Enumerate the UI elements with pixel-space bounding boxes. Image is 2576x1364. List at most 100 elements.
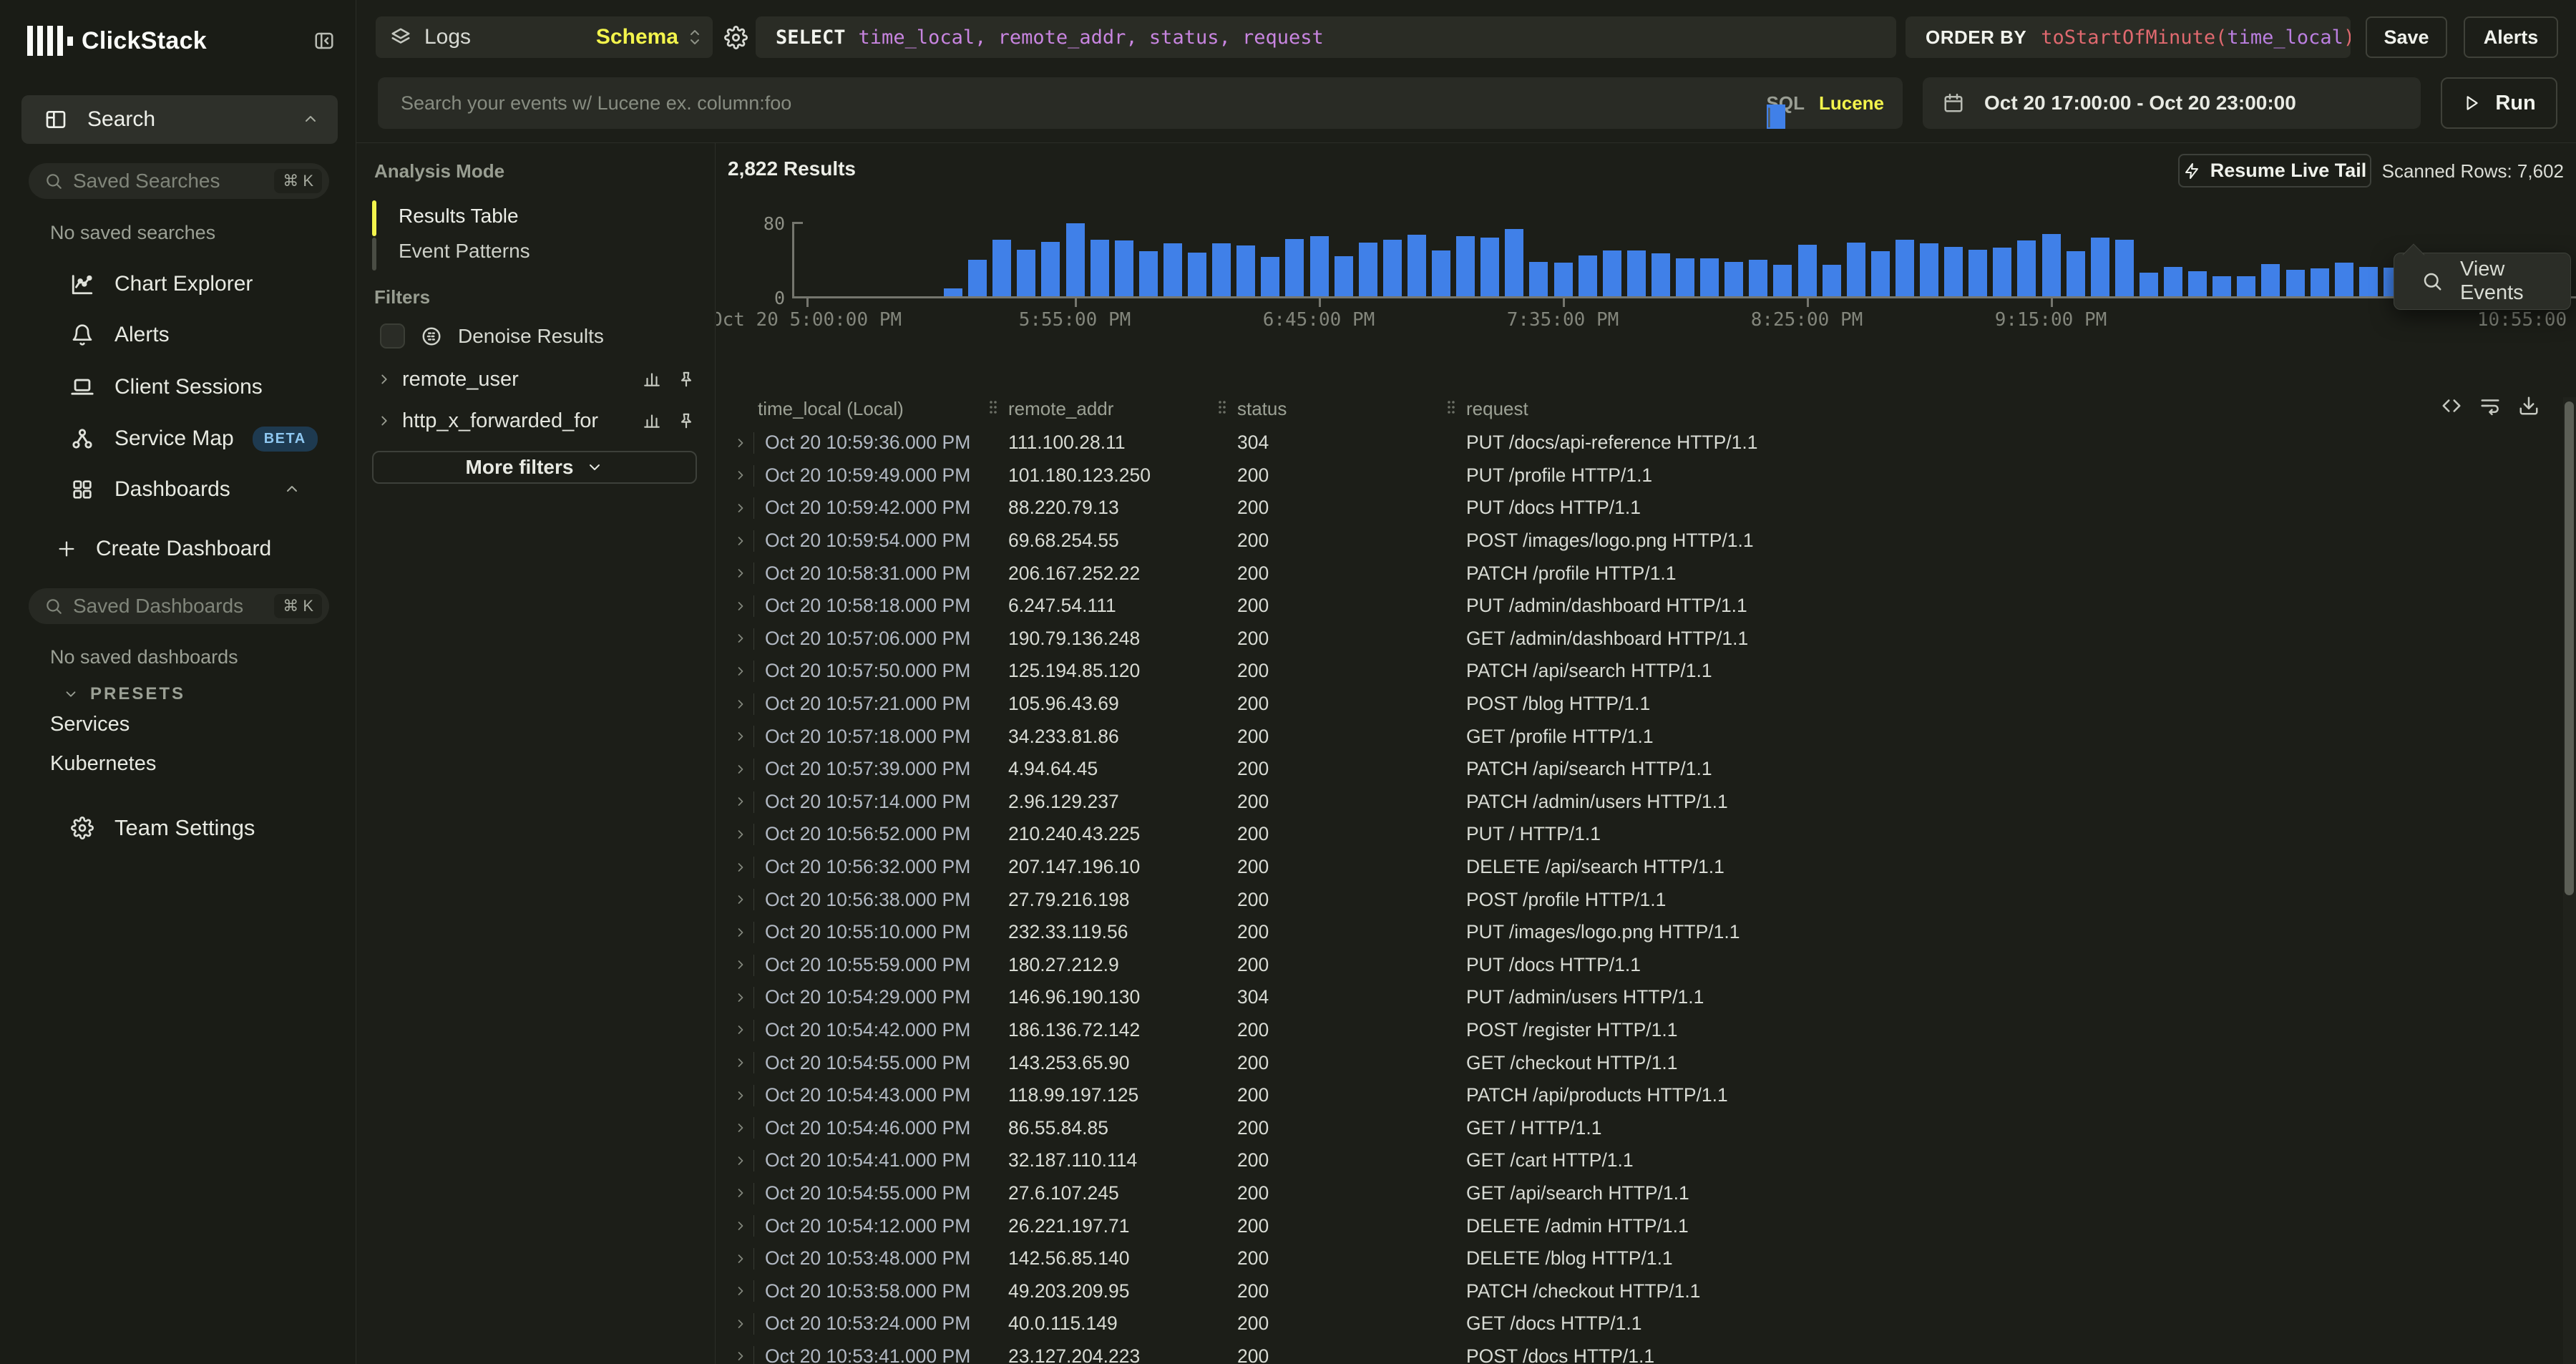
denoise-results-toggle[interactable]: Denoise Results (380, 323, 604, 349)
histogram-bar[interactable] (1798, 245, 1817, 296)
histogram-bar[interactable] (2261, 264, 2280, 297)
table-row[interactable]: Oct 20 10:54:55.000 PM 143.253.65.90 200… (716, 1046, 2562, 1079)
events-histogram[interactable]: Oct 20 5:00:00 PM 5:55:00 PM 6:45:00 PM … (792, 222, 2576, 298)
table-row[interactable]: Oct 20 10:56:32.000 PM 207.147.196.10 20… (716, 851, 2562, 884)
histogram-bar[interactable] (944, 288, 962, 296)
create-dashboard-button[interactable]: Create Dashboard (56, 533, 321, 565)
histogram-bar[interactable] (2067, 251, 2085, 296)
row-expand-chevron-icon[interactable] (733, 990, 748, 1005)
analysis-mode-event-patterns[interactable]: Event Patterns (399, 240, 530, 263)
row-expand-chevron-icon[interactable] (733, 827, 748, 842)
resume-live-tail-button[interactable]: Resume Live Tail (2178, 154, 2371, 187)
histogram-bar[interactable] (1603, 250, 1621, 296)
saved-searches-input[interactable]: Saved Searches ⌘ K (29, 163, 329, 199)
histogram-bar[interactable] (2091, 238, 2109, 296)
histogram-bar[interactable] (1017, 250, 1035, 297)
histogram-bar[interactable] (2140, 273, 2158, 296)
more-filters-button[interactable]: More filters (372, 451, 697, 484)
histogram-bar[interactable] (1871, 251, 1890, 296)
histogram-bar[interactable] (968, 260, 987, 296)
chart-mini-icon[interactable] (643, 370, 661, 389)
row-expand-chevron-icon[interactable] (733, 1023, 748, 1037)
row-expand-chevron-icon[interactable] (733, 1154, 748, 1168)
table-row[interactable]: Oct 20 10:58:31.000 PM 206.167.252.22 20… (716, 557, 2562, 590)
row-expand-chevron-icon[interactable] (733, 1252, 748, 1266)
row-expand-chevron-icon[interactable] (733, 925, 748, 940)
histogram-bar[interactable] (1091, 240, 1109, 296)
table-row[interactable]: Oct 20 10:57:39.000 PM 4.94.64.45 200 PA… (716, 753, 2562, 786)
histogram-bar[interactable] (1041, 242, 1060, 296)
histogram-bar[interactable] (1700, 258, 1719, 297)
table-row[interactable]: Oct 20 10:55:10.000 PM 232.33.119.56 200… (716, 916, 2562, 949)
sidebar-item-dashboards[interactable]: Dashboards (69, 474, 333, 505)
row-expand-chevron-icon[interactable] (733, 599, 748, 613)
histogram-bar[interactable] (1261, 257, 1279, 296)
histogram-bar[interactable] (1456, 236, 1475, 296)
histogram-bar[interactable] (1773, 265, 1792, 296)
table-row[interactable]: Oct 20 10:59:49.000 PM 101.180.123.250 2… (716, 459, 2562, 492)
table-row[interactable]: Oct 20 10:59:42.000 PM 88.220.79.13 200 … (716, 492, 2562, 525)
table-row[interactable]: Oct 20 10:54:55.000 PM 27.6.107.245 200 … (716, 1177, 2562, 1210)
run-button[interactable]: Run (2441, 77, 2557, 129)
table-row[interactable]: Oct 20 10:57:50.000 PM 125.194.85.120 20… (716, 655, 2562, 688)
column-drag-handle-icon[interactable] (1446, 399, 1456, 415)
histogram-bar[interactable] (2115, 240, 2134, 296)
table-row[interactable]: Oct 20 10:53:58.000 PM 49.203.209.95 200… (716, 1275, 2562, 1307)
filter-field-remote_user[interactable]: remote_user (376, 364, 696, 395)
table-row[interactable]: Oct 20 10:54:46.000 PM 86.55.84.85 200 G… (716, 1111, 2562, 1144)
row-expand-chevron-icon[interactable] (733, 468, 748, 482)
histogram-bar[interactable] (1139, 251, 1158, 296)
row-expand-chevron-icon[interactable] (733, 566, 748, 580)
pin-icon[interactable] (677, 411, 696, 430)
histogram-bar[interactable] (2042, 234, 2061, 296)
view-events-tooltip[interactable]: View Events (2394, 253, 2571, 310)
histogram-bar[interactable] (1480, 238, 1499, 296)
table-row[interactable]: Oct 20 10:54:12.000 PM 26.221.197.71 200… (716, 1209, 2562, 1242)
language-toggle-lucene[interactable]: Lucene (1819, 92, 1884, 115)
table-row[interactable]: Oct 20 10:59:54.000 PM 69.68.254.55 200 … (716, 525, 2562, 557)
histogram-bar[interactable] (2164, 267, 2182, 297)
histogram-bar[interactable] (2311, 268, 2329, 296)
table-row[interactable]: Oct 20 10:57:21.000 PM 105.96.43.69 200 … (716, 688, 2562, 721)
histogram-bar[interactable] (1236, 245, 1255, 296)
histogram-bar[interactable] (1359, 243, 1377, 296)
histogram-bar[interactable] (2359, 267, 2378, 297)
row-expand-chevron-icon[interactable] (733, 958, 748, 972)
histogram-bar[interactable] (1847, 243, 1865, 296)
order-by-input[interactable]: ORDER BY toStartOfMinute(time_local) D (1906, 16, 2351, 58)
histogram-bar[interactable] (1505, 229, 1523, 296)
row-expand-chevron-icon[interactable] (733, 1284, 748, 1298)
histogram-bar[interactable] (1163, 243, 1182, 296)
preset-item-services[interactable]: Services (50, 713, 130, 736)
column-header-3[interactable]: request (1466, 398, 1528, 420)
row-expand-chevron-icon[interactable] (733, 1219, 748, 1233)
row-expand-chevron-icon[interactable] (733, 697, 748, 711)
time-range-picker[interactable]: Oct 20 17:00:00 - Oct 20 23:00:00 (1923, 77, 2421, 129)
column-header-1[interactable]: remote_addr (1008, 398, 1113, 420)
preset-item-kubernetes[interactable]: Kubernetes (50, 752, 156, 776)
table-row[interactable]: Oct 20 10:57:18.000 PM 34.233.81.86 200 … (716, 720, 2562, 753)
histogram-bar[interactable] (2335, 263, 2353, 296)
row-expand-chevron-icon[interactable] (733, 631, 748, 646)
row-expand-chevron-icon[interactable] (733, 534, 748, 548)
row-expand-chevron-icon[interactable] (733, 1121, 748, 1135)
table-row[interactable]: Oct 20 10:59:36.000 PM 111.100.28.11 304… (716, 427, 2562, 459)
filter-field-http_x_forwarded_for[interactable]: http_x_forwarded_for (376, 405, 696, 437)
source-select[interactable]: Logs Schema (376, 16, 713, 58)
histogram-bar[interactable] (1627, 250, 1646, 296)
histogram-bar[interactable] (1579, 255, 1597, 297)
pin-icon[interactable] (677, 370, 696, 389)
histogram-bar[interactable] (1529, 262, 1548, 296)
row-expand-chevron-icon[interactable] (733, 664, 748, 678)
histogram-bar[interactable] (2286, 270, 2305, 296)
table-row[interactable]: Oct 20 10:54:43.000 PM 118.99.197.125 20… (716, 1079, 2562, 1112)
row-expand-chevron-icon[interactable] (733, 436, 748, 450)
histogram-bar[interactable] (2188, 271, 2207, 296)
histogram-bar[interactable] (1115, 240, 1133, 296)
row-expand-chevron-icon[interactable] (733, 762, 748, 776)
chart-mini-icon[interactable] (643, 411, 661, 430)
table-row[interactable]: Oct 20 10:58:18.000 PM 6.247.54.111 200 … (716, 590, 2562, 623)
table-row[interactable]: Oct 20 10:56:38.000 PM 27.79.216.198 200… (716, 883, 2562, 916)
histogram-bar[interactable] (1188, 253, 1206, 297)
row-expand-chevron-icon[interactable] (733, 501, 748, 515)
